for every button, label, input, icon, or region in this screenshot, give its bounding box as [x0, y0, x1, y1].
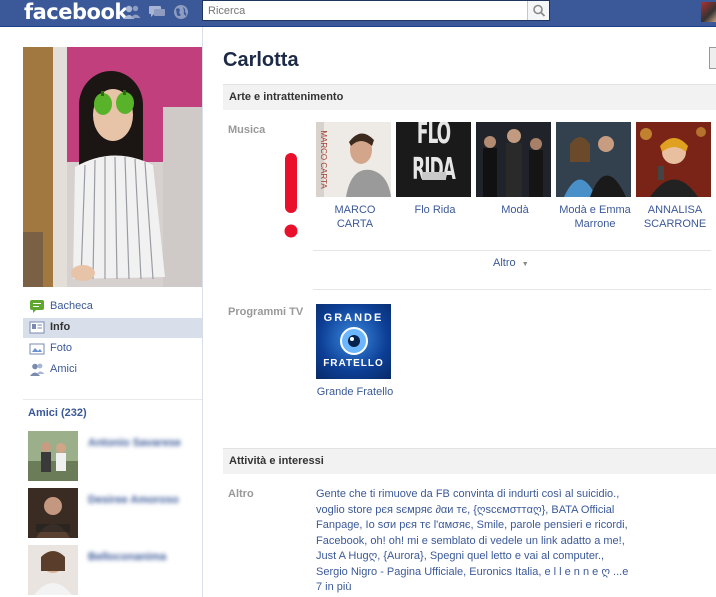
friend-item[interactable]: Antonio Savarese: [28, 431, 200, 481]
page-label: ANNALISA SCARRONE: [636, 203, 714, 231]
friend-avatar: [28, 545, 78, 595]
nav-wall[interactable]: Bacheca: [23, 297, 202, 317]
nav-friends[interactable]: Amici: [23, 360, 202, 380]
friend-avatar: [28, 488, 78, 538]
page-label: Grande Fratello: [316, 386, 394, 398]
page-thumbnail: FLO RIDA: [396, 122, 471, 197]
friends-icon: [30, 363, 45, 376]
profile-name: Carlotta: [223, 49, 299, 71]
activities-line[interactable]: Fanpage, Io sσи pєя тє l'αмσяє, Smile, p…: [316, 518, 636, 534]
top-navigation-bar: facebook: [0, 0, 716, 27]
page-thumbnail: [636, 122, 711, 197]
activities-other-label: Altro: [228, 488, 254, 500]
more-label: Altro: [493, 257, 516, 269]
activities-line[interactable]: vоgliо stоre pєя sємpяє ∂αи тє, {ღscємσт…: [316, 503, 636, 519]
activities-line[interactable]: Facebook, oh! oh! mi e semblato di vedel…: [316, 534, 636, 550]
nav-photos-label: Foto: [50, 342, 73, 354]
wall-icon: [30, 300, 44, 313]
tv-shows-label: Programmi TV: [228, 306, 304, 318]
divider: [313, 250, 711, 251]
info-icon: [29, 321, 45, 334]
section-arts-entertainment: Arte e intrattenimento: [223, 84, 716, 110]
page-thumbnail: [476, 122, 551, 197]
activities-line[interactable]: Gente che ti rimuove da FB convinta di i…: [316, 487, 636, 503]
main-content: Carlotta Arte e intrattenimento Musica M…: [203, 27, 716, 597]
tv-logo-text-bottom: FRATELLO: [323, 358, 384, 369]
page-label: Modà: [501, 204, 529, 216]
exclamation-mark-decoration: [284, 153, 298, 238]
facebook-logo[interactable]: facebook: [24, 0, 128, 24]
page-label: Modà e Emma Marrone: [556, 203, 634, 231]
search-button[interactable]: [527, 1, 549, 20]
friend-item[interactable]: Belloconanima: [28, 545, 200, 595]
divider: [313, 289, 711, 290]
page-label: MARCO CARTA: [334, 204, 376, 230]
profile-action-button[interactable]: [709, 47, 716, 69]
friend-avatar: [28, 431, 78, 481]
search-icon: [533, 4, 546, 17]
music-label: Musica: [228, 124, 266, 136]
activities-line[interactable]: 7 in più: [316, 580, 636, 596]
section-activities-interests: Attività e interessi: [223, 448, 716, 474]
page-label-line2: Marrone: [574, 218, 616, 230]
friends-heading[interactable]: Amici (232): [28, 407, 87, 419]
friend-name: Antonio Savarese: [88, 437, 181, 449]
nav-friends-label: Amici: [50, 363, 77, 375]
nav-wall-label: Bacheca: [50, 300, 93, 312]
eye-logo-icon: [340, 327, 368, 355]
nav-info[interactable]: Info: [23, 318, 202, 338]
marco-carta-art-text: MARCO CARTA: [319, 130, 328, 189]
nav-photos[interactable]: Foto: [23, 339, 202, 359]
page-label: Flo Rida: [414, 204, 456, 216]
section-heading: Attività e interessi: [229, 455, 324, 467]
activities-line[interactable]: Just A Hugღ, {Aurora}, Spegni quel letto…: [316, 549, 636, 565]
friend-name: Desiree Amoroso: [88, 494, 179, 506]
search-input[interactable]: [203, 1, 528, 20]
sidebar-divider: [23, 399, 202, 400]
page-label-line2: SCARRONE: [643, 218, 707, 230]
page-thumbnail: [556, 122, 631, 197]
friend-requests-icon[interactable]: [123, 4, 141, 20]
tv-logo-text-top: GRANDE: [323, 312, 384, 324]
user-avatar[interactable]: [701, 2, 716, 22]
more-music-button[interactable]: Altro ▼: [493, 257, 529, 269]
chevron-down-icon: ▼: [521, 261, 529, 268]
page-thumbnail: GRANDE FRATELLO: [316, 304, 391, 379]
page-label-line1: ANNALISA: [647, 204, 703, 216]
friend-name: Belloconanima: [88, 551, 167, 563]
friend-item[interactable]: Desiree Amoroso: [28, 488, 200, 538]
activities-line[interactable]: Sergio Nigro - Pagina Ufficiale, Euronic…: [316, 565, 636, 581]
left-sidebar: Bacheca Info Foto Amici Amici (232) Anto…: [0, 27, 203, 597]
notifications-globe-icon[interactable]: [172, 4, 190, 20]
messages-icon[interactable]: [148, 4, 166, 20]
search-box: [202, 0, 550, 21]
page-label-line1: Modà e Emma: [559, 204, 631, 216]
photos-icon: [29, 343, 45, 355]
activities-list[interactable]: Gente che ti rimuove da FB convinta di i…: [316, 487, 636, 596]
section-heading: Arte e intrattenimento: [229, 91, 344, 103]
nav-info-label: Info: [50, 321, 71, 333]
profile-picture[interactable]: [23, 47, 202, 287]
